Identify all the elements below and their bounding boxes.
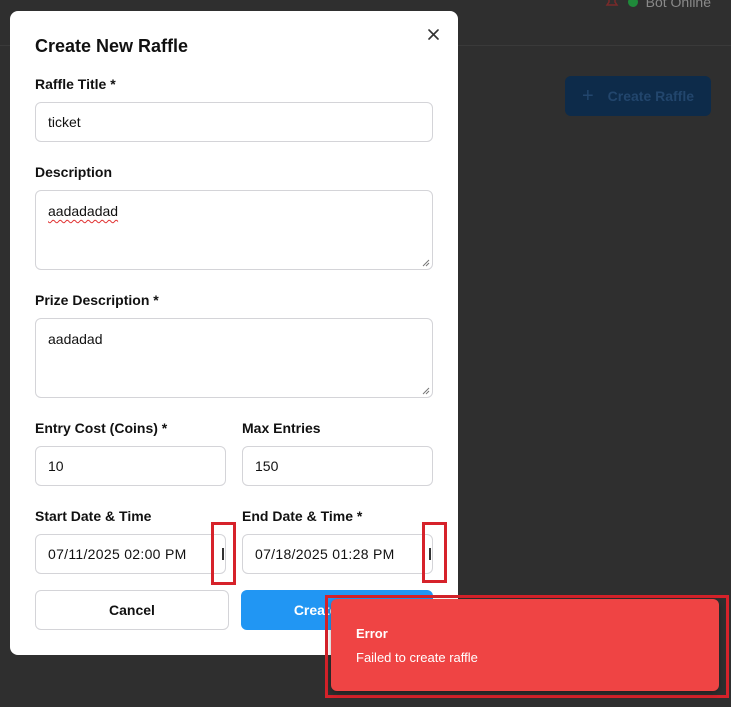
max-entries-label: Max Entries xyxy=(242,420,321,436)
max-entries-input[interactable]: 150 xyxy=(242,446,433,486)
online-status-dot xyxy=(627,0,638,7)
toast-message: Failed to create raffle xyxy=(356,650,478,665)
dialog-title: Create New Raffle xyxy=(35,36,189,56)
highlight-box xyxy=(211,522,236,585)
entry-cost-value: 10 xyxy=(48,458,64,474)
max-entries-value: 150 xyxy=(255,458,279,474)
start-datetime-input[interactable]: 07/11/2025 02:00 PM xyxy=(35,534,226,574)
cancel-button-label: Cancel xyxy=(109,602,155,618)
end-date-label: End Date & Time * xyxy=(242,508,363,524)
start-date-label: Start Date & Time xyxy=(35,508,152,524)
highlight-box xyxy=(422,522,447,583)
entry-cost-label: Entry Cost (Coins) * xyxy=(35,420,168,436)
end-datetime-input[interactable]: 07/18/2025 01:28 PM xyxy=(242,534,433,574)
description-textarea[interactable]: aadadadad xyxy=(35,190,433,270)
raffle-title-input[interactable]: ticket xyxy=(35,102,433,142)
raffle-title-label: Raffle Title * xyxy=(35,76,116,92)
prize-description-label: Prize Description * xyxy=(35,292,159,308)
start-datetime-value: 07/11/2025 02:00 PM xyxy=(48,546,187,562)
error-toast[interactable]: Error Failed to create raffle xyxy=(331,599,719,691)
cancel-button[interactable]: Cancel xyxy=(35,590,229,630)
end-datetime-value: 07/18/2025 01:28 PM xyxy=(255,546,395,562)
create-raffle-button-label: Create Raffle xyxy=(607,88,695,104)
close-button[interactable] xyxy=(424,27,442,45)
raffle-title-value: ticket xyxy=(48,114,81,130)
entry-cost-input[interactable]: 10 xyxy=(35,446,226,486)
toast-title: Error xyxy=(356,626,388,641)
description-value: aadadadad xyxy=(48,203,119,219)
bell-icon[interactable] xyxy=(604,0,620,9)
close-icon xyxy=(427,27,439,45)
create-raffle-button[interactable]: + Create Raffle xyxy=(565,76,711,116)
resize-handle-icon[interactable] xyxy=(422,259,430,267)
prize-description-value: aadadad xyxy=(48,331,103,347)
create-raffle-dialog: Create New Raffle Raffle Title * ticket … xyxy=(10,11,458,655)
description-label: Description xyxy=(35,164,113,180)
resize-handle-icon[interactable] xyxy=(422,387,430,395)
plus-icon: + xyxy=(581,85,594,107)
prize-description-textarea[interactable]: aadadad xyxy=(35,318,433,398)
bot-status-text: Bot Online xyxy=(645,0,711,10)
bot-status: Bot Online xyxy=(604,0,711,10)
